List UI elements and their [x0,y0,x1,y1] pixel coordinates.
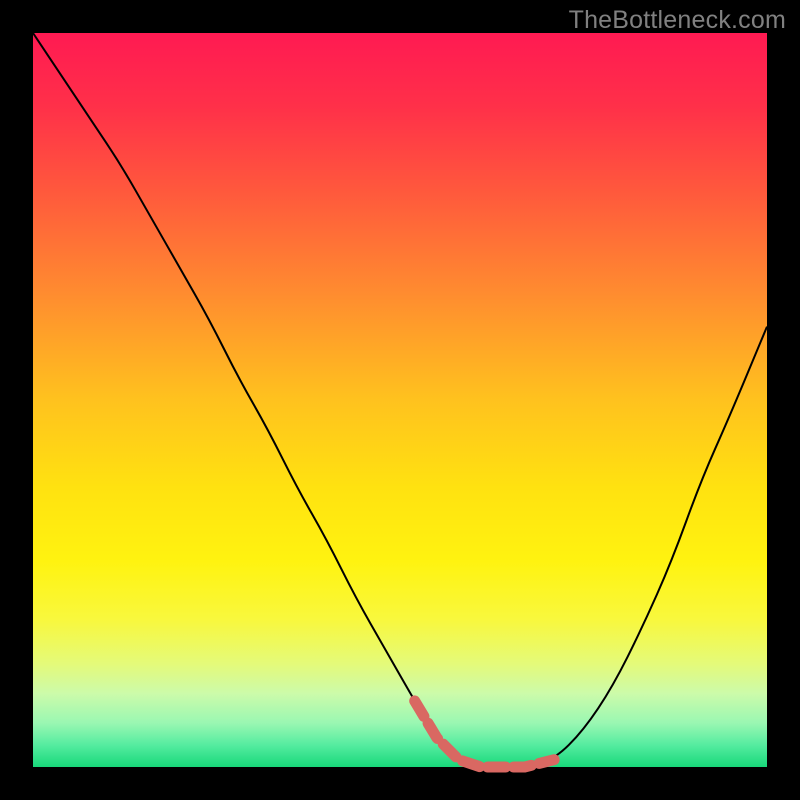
chart-frame: TheBottleneck.com [0,0,800,800]
bottleneck-chart [0,0,800,800]
plot-background [33,33,767,767]
